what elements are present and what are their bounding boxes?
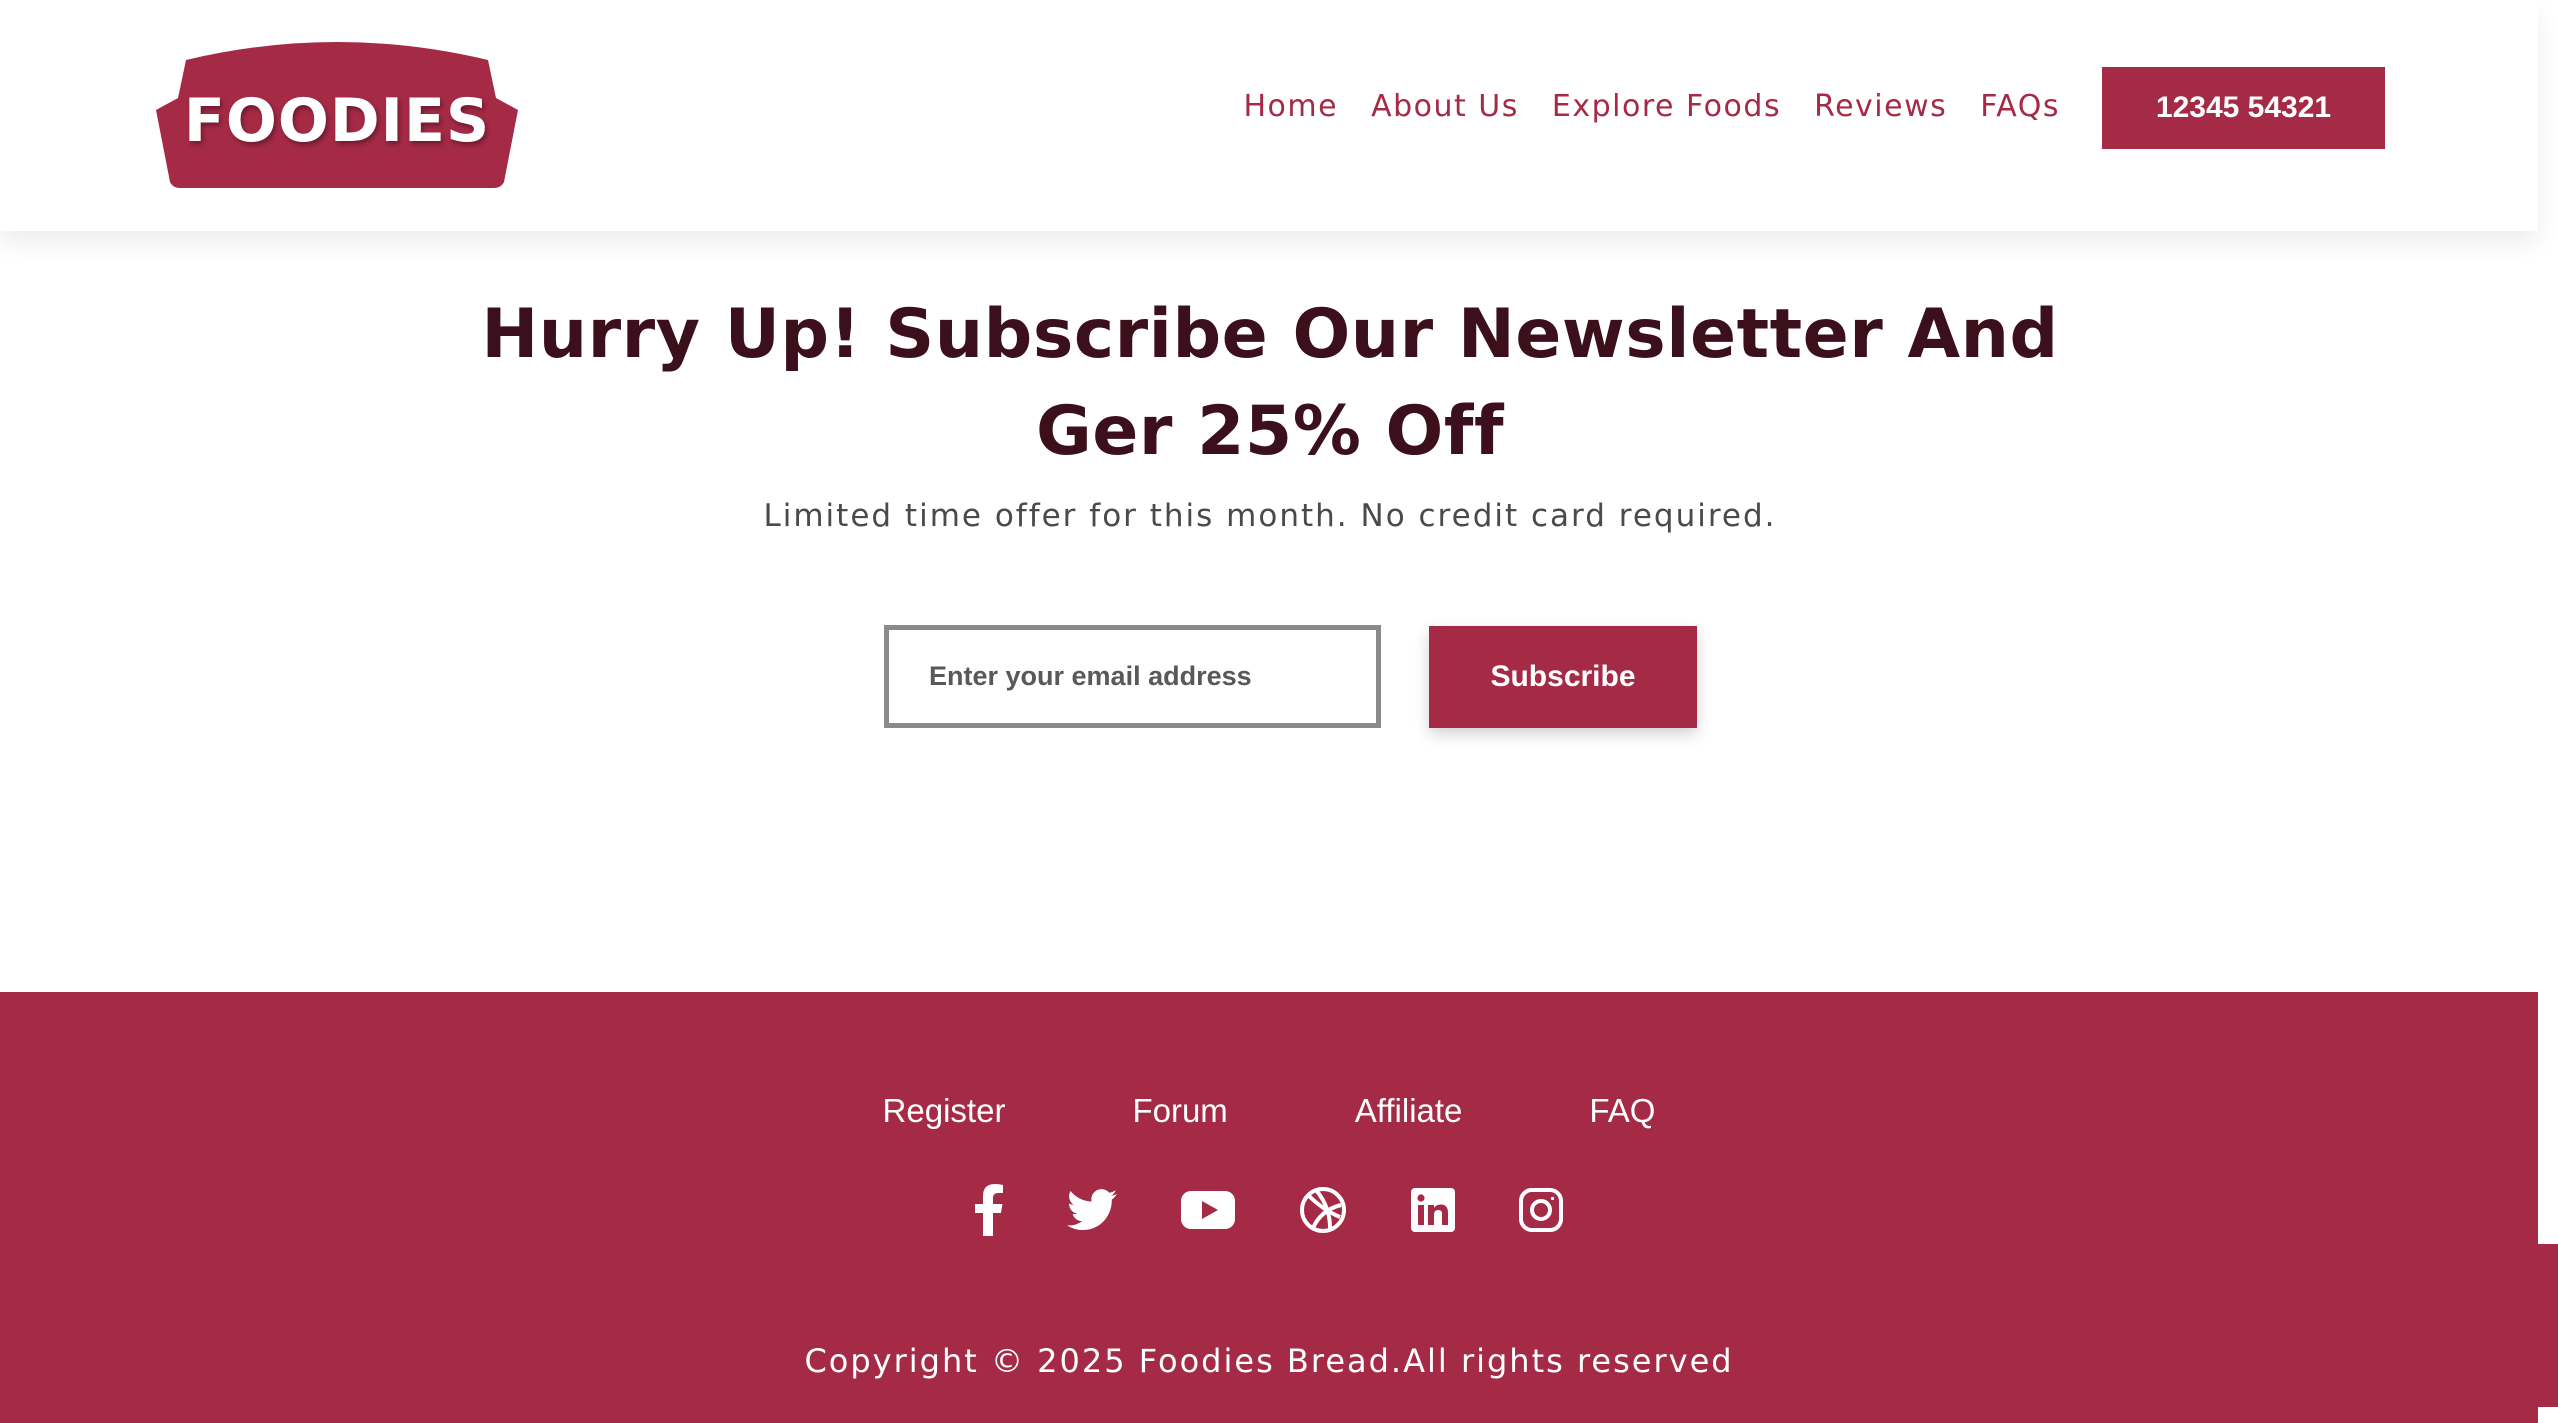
- newsletter-subtext: Limited time offer for this month. No cr…: [763, 498, 1777, 534]
- social-icons: [0, 1184, 2538, 1236]
- phone-button[interactable]: 12345 54321: [2102, 67, 2385, 149]
- footer-link-faq[interactable]: FAQ: [1589, 1092, 1655, 1132]
- youtube-icon[interactable]: [1181, 1184, 1235, 1236]
- nav-about-us[interactable]: About Us: [1371, 89, 1519, 124]
- site-header: FOODIES Home About Us Explore Foods Revi…: [0, 0, 2538, 231]
- email-input[interactable]: [884, 625, 1381, 728]
- nav-explore-foods[interactable]: Explore Foods: [1552, 89, 1781, 124]
- footer-links: Register Forum Affiliate FAQ: [0, 1092, 2538, 1132]
- twitter-icon[interactable]: [1067, 1184, 1117, 1236]
- logo[interactable]: FOODIES: [156, 38, 518, 190]
- headline-line-1: Hurry Up! Subscribe Our Newsletter And: [481, 295, 2059, 374]
- newsletter-headline: Hurry Up! Subscribe Our Newsletter And G…: [400, 286, 2140, 480]
- nav-faqs[interactable]: FAQs: [1980, 89, 2060, 124]
- footer-link-register[interactable]: Register: [883, 1092, 1006, 1132]
- dribbble-icon[interactable]: [1299, 1184, 1347, 1236]
- main-nav: Home About Us Explore Foods Reviews FAQs: [1243, 86, 2060, 126]
- footer-edge: [2538, 1244, 2558, 1407]
- headline-line-2: Ger 25% Off: [1035, 392, 1505, 471]
- facebook-icon[interactable]: [975, 1184, 1003, 1236]
- footer-link-forum[interactable]: Forum: [1132, 1092, 1227, 1132]
- logo-text: FOODIES: [183, 86, 491, 156]
- subscribe-button[interactable]: Subscribe: [1429, 626, 1697, 728]
- nav-reviews[interactable]: Reviews: [1814, 89, 1947, 124]
- instagram-icon[interactable]: [1519, 1184, 1563, 1236]
- page: FOODIES Home About Us Explore Foods Revi…: [0, 0, 2558, 1423]
- copyright-text: Copyright © 2025 Foodies Bread.All right…: [804, 1342, 1734, 1380]
- footer-link-affiliate[interactable]: Affiliate: [1355, 1092, 1463, 1132]
- nav-home[interactable]: Home: [1243, 89, 1338, 124]
- linkedin-icon[interactable]: [1411, 1184, 1455, 1236]
